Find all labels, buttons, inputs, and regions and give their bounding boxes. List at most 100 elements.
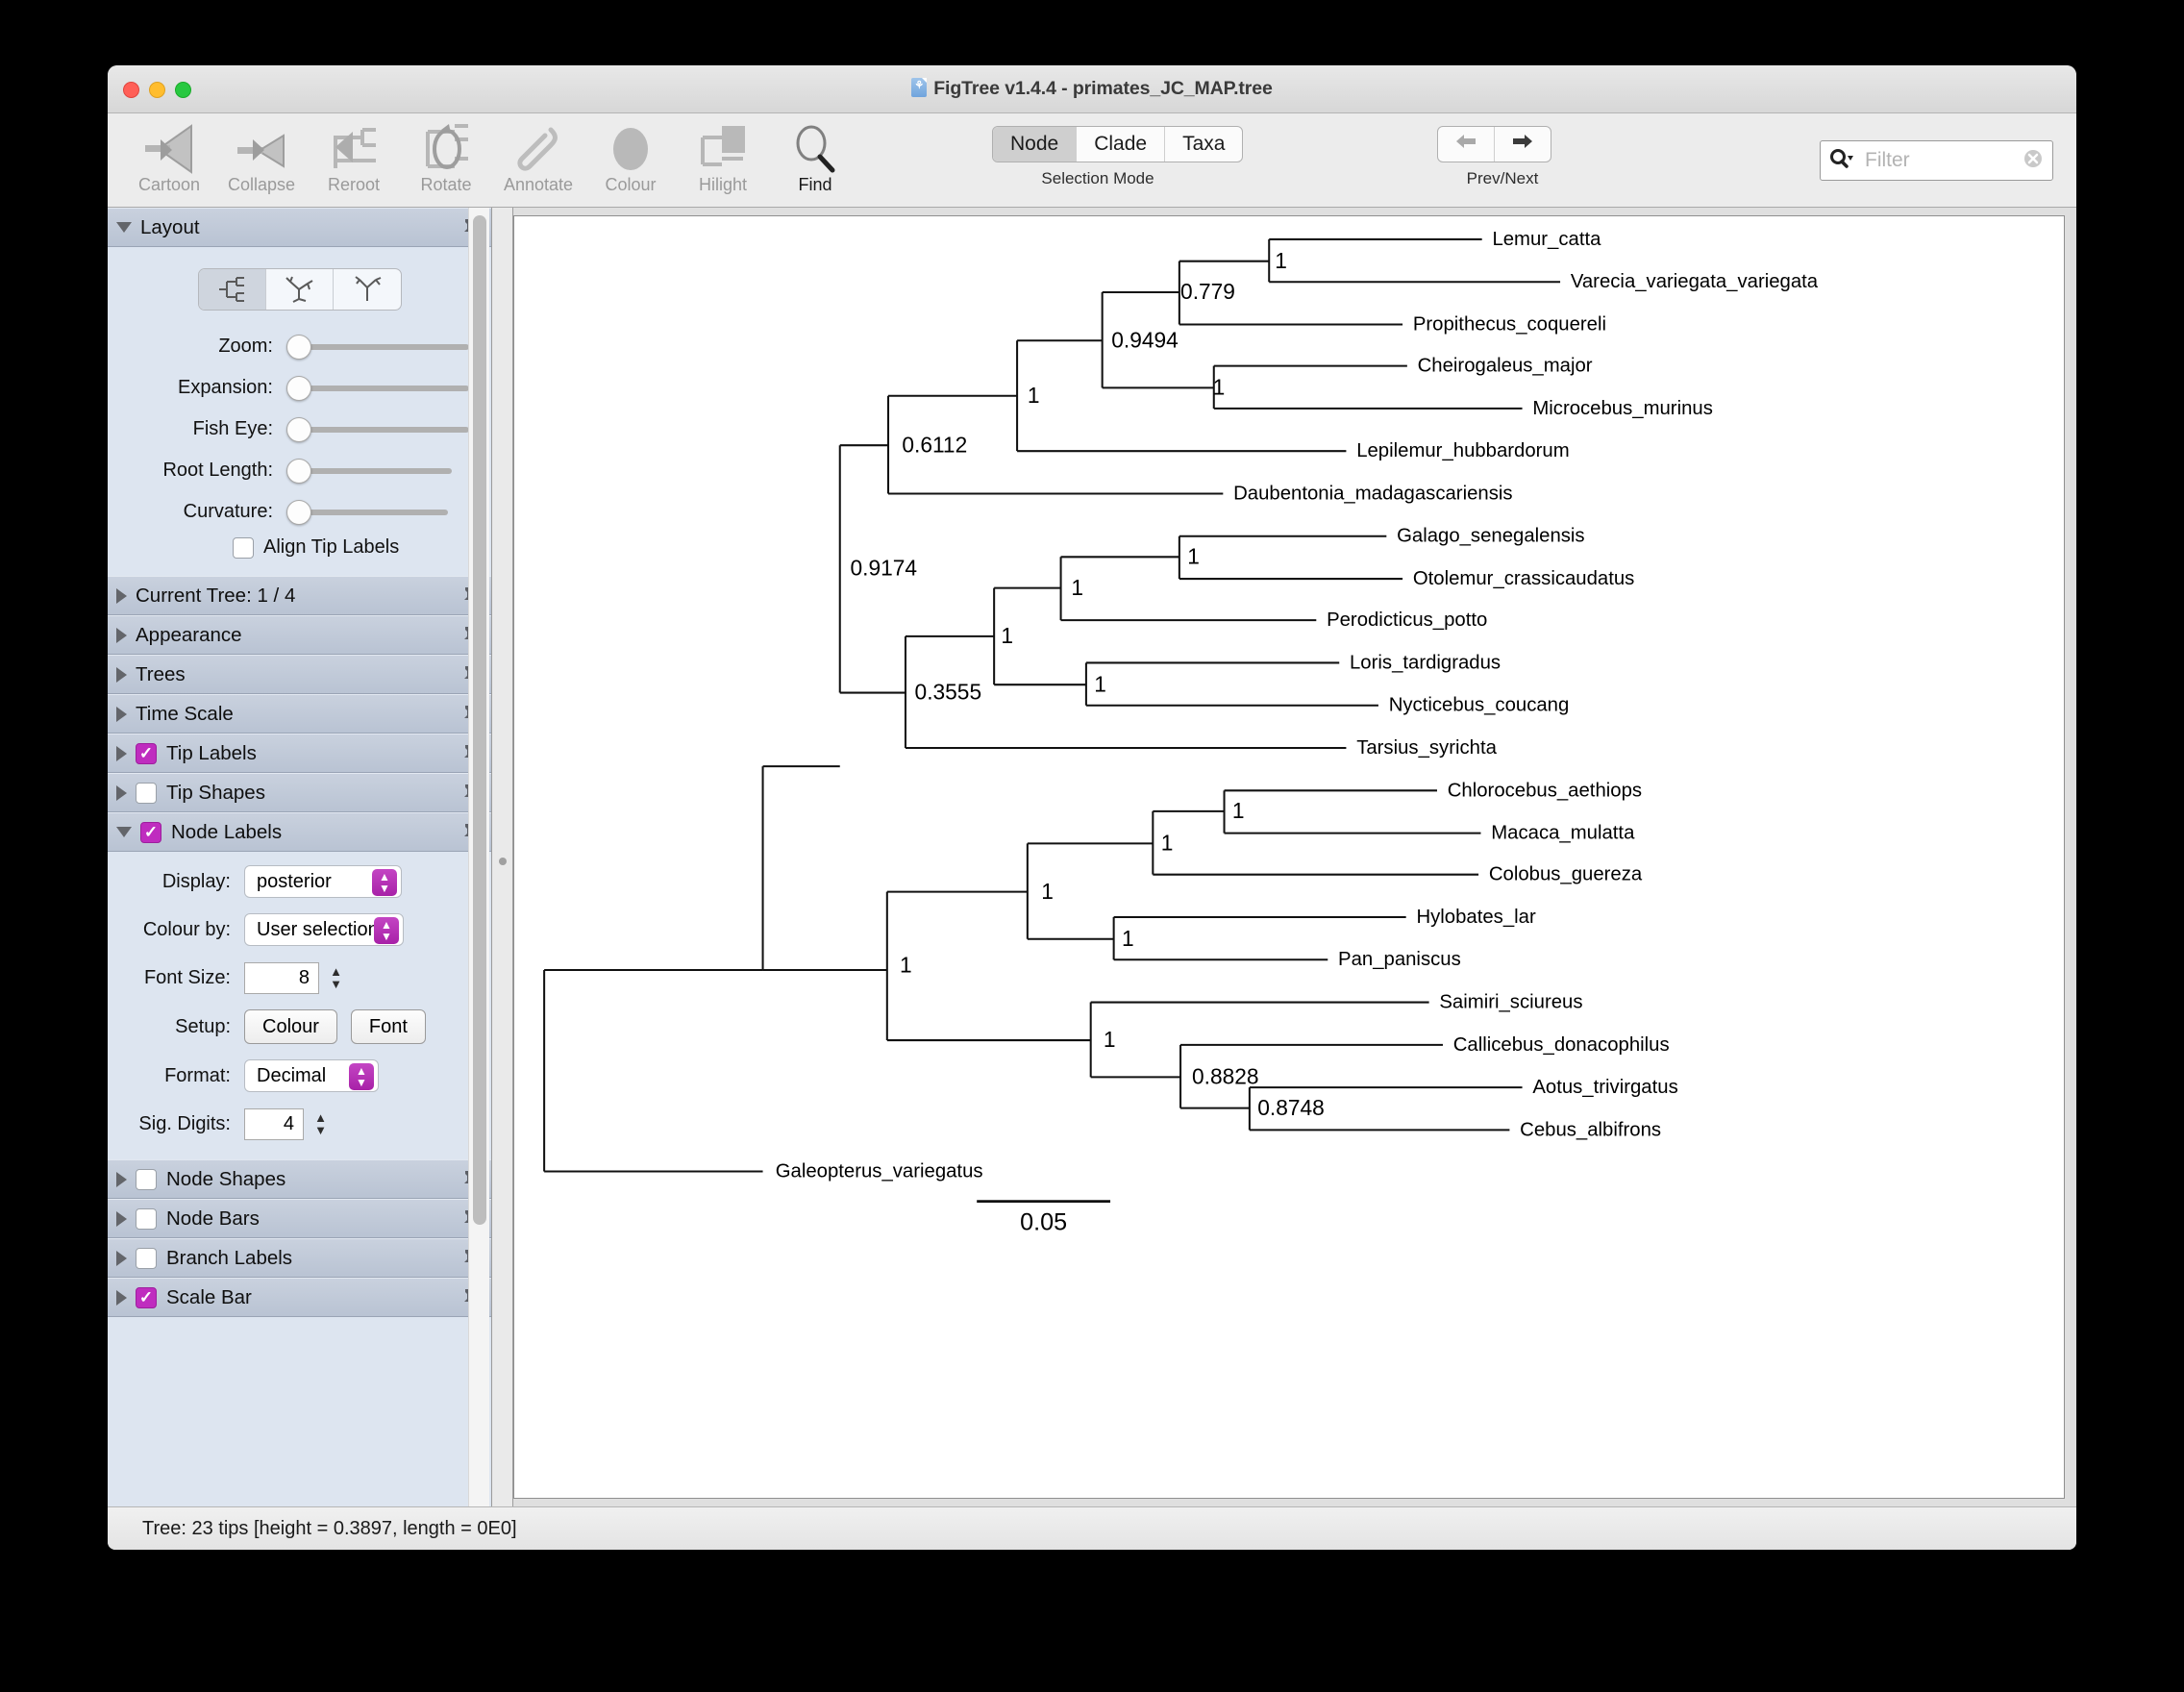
slider-knob[interactable] [286,375,311,401]
tip-label[interactable]: Lepilemur_hubbardorum [1356,440,1570,461]
chevron-right-icon[interactable] [116,1171,127,1187]
node-label[interactable]: 1 [1122,926,1134,951]
filter-field[interactable]: Filter [1820,140,2053,181]
tip-label[interactable]: Propithecus_coquereli [1413,314,1606,336]
node-label[interactable]: 0.9174 [851,555,918,580]
tip-label[interactable]: Microcebus_murinus [1532,398,1713,419]
selection-mode-node[interactable]: Node [993,127,1078,162]
tip-labels-checkbox[interactable] [136,742,157,764]
tip-label[interactable]: Nycticebus_coucang [1389,695,1570,716]
chevron-updown-icon[interactable]: ▲ ▼ [374,917,399,944]
node-label[interactable]: 1 [1094,671,1106,696]
tip-label[interactable]: Daubentonia_madagascariensis [1233,483,1512,504]
node-shapes-checkbox[interactable] [136,1168,157,1190]
filter-input[interactable]: Filter [1865,149,2023,172]
fish-eye-slider[interactable] [286,416,469,442]
section-header-tip-shapes[interactable]: Tip Shapes [108,773,491,812]
section-header-node-bars[interactable]: Node Bars [108,1199,491,1238]
node-label[interactable]: 0.9494 [1111,327,1179,352]
selection-mode-taxa[interactable]: Taxa [1165,127,1242,162]
tip-label[interactable]: Loris_tardigradus [1350,652,1501,673]
toolbar-button-rotate[interactable]: Rotate [400,119,492,195]
font-size-input[interactable]: 8 [244,961,319,994]
tip-shapes-checkbox[interactable] [136,782,157,804]
node-label[interactable]: 1 [1275,248,1287,273]
root-length-slider[interactable] [286,458,452,484]
node-label[interactable]: 1 [1232,798,1245,823]
chevron-right-icon[interactable] [116,587,127,604]
align-tip-labels-row[interactable]: Align Tip Labels [108,536,491,559]
sig-digits-stepper[interactable]: ▲ ▼ [310,1107,332,1140]
node-label[interactable]: 0.3555 [915,680,982,705]
node-label[interactable]: 1 [1213,375,1226,400]
chevron-updown-icon[interactable]: ▲ ▼ [349,1063,374,1090]
format-select[interactable]: Decimal ▲ ▼ [244,1059,379,1092]
toolbar-button-annotate[interactable]: Annotate [492,119,584,195]
node-label[interactable]: 0.779 [1180,279,1235,304]
toolbar-button-hilight[interactable]: Hilight [677,119,769,195]
tip-label[interactable]: Callicebus_donacophilus [1453,1034,1670,1056]
tip-label[interactable]: Lemur_catta [1492,229,1601,250]
curvature-slider[interactable] [286,499,448,525]
section-header-node-labels[interactable]: Node Labels [108,812,491,852]
slider-knob[interactable] [286,458,311,484]
tip-label[interactable]: Cebus_albifrons [1520,1119,1661,1140]
slider-knob[interactable] [286,334,311,360]
node-bars-checkbox[interactable] [136,1207,157,1230]
tip-label[interactable]: Tarsius_syrichta [1356,737,1497,759]
colour-by-select[interactable]: User selection ▲ ▼ [244,913,404,946]
tip-label[interactable]: Galago_senegalensis [1397,526,1585,547]
slider-knob[interactable] [286,416,311,442]
scale-bar-checkbox[interactable] [136,1286,157,1308]
font-size-stepper[interactable]: ▲ ▼ [325,961,347,994]
rectangular-tree-icon[interactable] [198,269,266,310]
tip-label[interactable]: Macaca_mulatta [1491,823,1635,844]
tip-label[interactable]: Otolemur_crassicaudatus [1413,568,1635,589]
tip-label[interactable]: Galeopterus_variegatus [776,1160,983,1182]
radial-tree-icon[interactable] [334,269,400,310]
splitter-grip[interactable] [499,858,507,865]
chevron-updown-icon[interactable]: ▲ ▼ [372,869,397,896]
clear-icon[interactable] [2023,148,2044,174]
section-header-appearance[interactable]: Appearance [108,615,491,655]
toolbar-button-find[interactable]: Find [769,119,861,195]
sidebar-scrollbar-thumb[interactable] [473,215,486,1225]
tip-label[interactable]: Chlorocebus_aethiops [1448,780,1642,801]
slider-knob[interactable] [286,499,311,525]
node-label[interactable]: 1 [1161,831,1174,856]
chevron-down-icon[interactable] [116,222,132,233]
section-header-layout[interactable]: Layout [108,208,491,247]
node-label[interactable]: 1 [1001,623,1013,648]
section-header-trees[interactable]: Trees [108,655,491,694]
panel-splitter[interactable] [492,208,513,1506]
node-labels-checkbox[interactable] [140,821,161,843]
sidebar-scrollbar[interactable] [468,208,489,1506]
chevron-right-icon[interactable] [116,1289,127,1306]
section-header-tip-labels[interactable]: Tip Labels [108,734,491,773]
tip-label[interactable]: Cheirogaleus_major [1418,356,1593,377]
toolbar-button-reroot[interactable]: Reroot [308,119,400,195]
node-label[interactable]: 1 [1104,1027,1116,1052]
display-select[interactable]: posterior ▲ ▼ [244,865,402,898]
tip-label[interactable]: Varecia_variegata_variegata [1571,271,1819,292]
setup-colour-button[interactable]: Colour [244,1009,337,1044]
tip-label[interactable]: Aotus_trivirgatus [1532,1077,1677,1098]
node-label[interactable]: 1 [900,952,912,977]
prev-button[interactable] [1438,127,1495,162]
zoom-slider[interactable] [286,334,469,360]
toolbar-button-collapse[interactable]: Collapse [215,119,308,195]
node-label[interactable]: 0.6112 [902,432,967,457]
chevron-right-icon[interactable] [116,627,127,643]
chevron-right-icon[interactable] [116,666,127,683]
selection-mode-clade[interactable]: Clade [1077,127,1166,162]
tip-label[interactable]: Perodicticus_potto [1327,610,1487,631]
align-tip-labels-checkbox[interactable] [233,536,254,559]
tree-canvas[interactable]: Lemur_catta Varecia_variegata_variegata Pr… [513,215,2065,1499]
chevron-right-icon[interactable] [116,745,127,761]
tip-label[interactable]: Colobus_guereza [1489,864,1643,885]
chevron-down-icon[interactable] [116,827,132,837]
setup-font-button[interactable]: Font [350,1009,426,1044]
sig-digits-input[interactable]: 4 [244,1107,304,1140]
chevron-right-icon[interactable] [116,1250,127,1266]
node-label[interactable]: 1 [1028,383,1040,408]
